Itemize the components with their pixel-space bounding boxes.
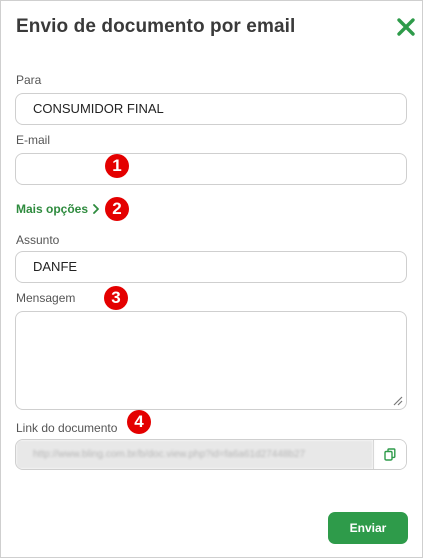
annotation-badge-2: 2 xyxy=(105,197,129,221)
annotation-badge-4: 4 xyxy=(127,410,151,434)
doc-link-group: http://www.bling.com.br/b/doc.view.php?i… xyxy=(15,439,407,470)
message-field[interactable] xyxy=(15,311,407,410)
more-options-link[interactable]: Mais opções xyxy=(16,202,100,216)
more-options-label: Mais opções xyxy=(16,202,89,216)
chevron-right-icon xyxy=(93,204,99,214)
email-field[interactable] xyxy=(15,153,407,185)
copy-icon xyxy=(384,448,396,461)
copy-link-button[interactable] xyxy=(373,440,406,469)
annotation-badge-3: 3 xyxy=(104,286,128,310)
annotation-badge-1: 1 xyxy=(105,154,129,178)
email-document-dialog: Envio de documento por email Para CONSUM… xyxy=(0,0,423,558)
doc-link-label: Link do documento xyxy=(16,421,118,435)
send-button[interactable]: Enviar xyxy=(328,512,408,544)
doc-link-field[interactable]: http://www.bling.com.br/b/doc.view.php?i… xyxy=(16,440,373,469)
email-label: E-mail xyxy=(16,133,51,147)
resize-handle-icon[interactable] xyxy=(391,394,403,406)
to-label: Para xyxy=(16,73,42,87)
message-label: Mensagem xyxy=(16,291,76,305)
close-x-icon xyxy=(397,18,415,36)
close-button[interactable] xyxy=(396,17,416,37)
to-field[interactable]: CONSUMIDOR FINAL xyxy=(15,93,407,125)
subject-label: Assunto xyxy=(16,233,60,247)
subject-field[interactable]: DANFE xyxy=(15,251,407,283)
dialog-title: Envio de documento por email xyxy=(16,16,296,37)
